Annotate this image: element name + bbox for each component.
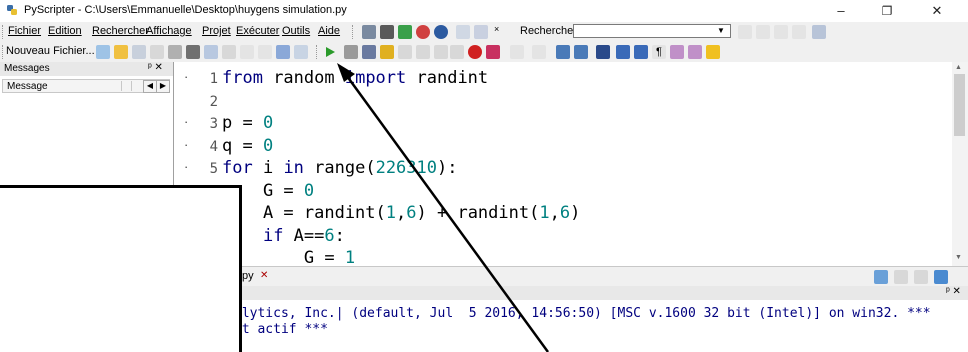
annotation-arrow: [337, 63, 550, 352]
